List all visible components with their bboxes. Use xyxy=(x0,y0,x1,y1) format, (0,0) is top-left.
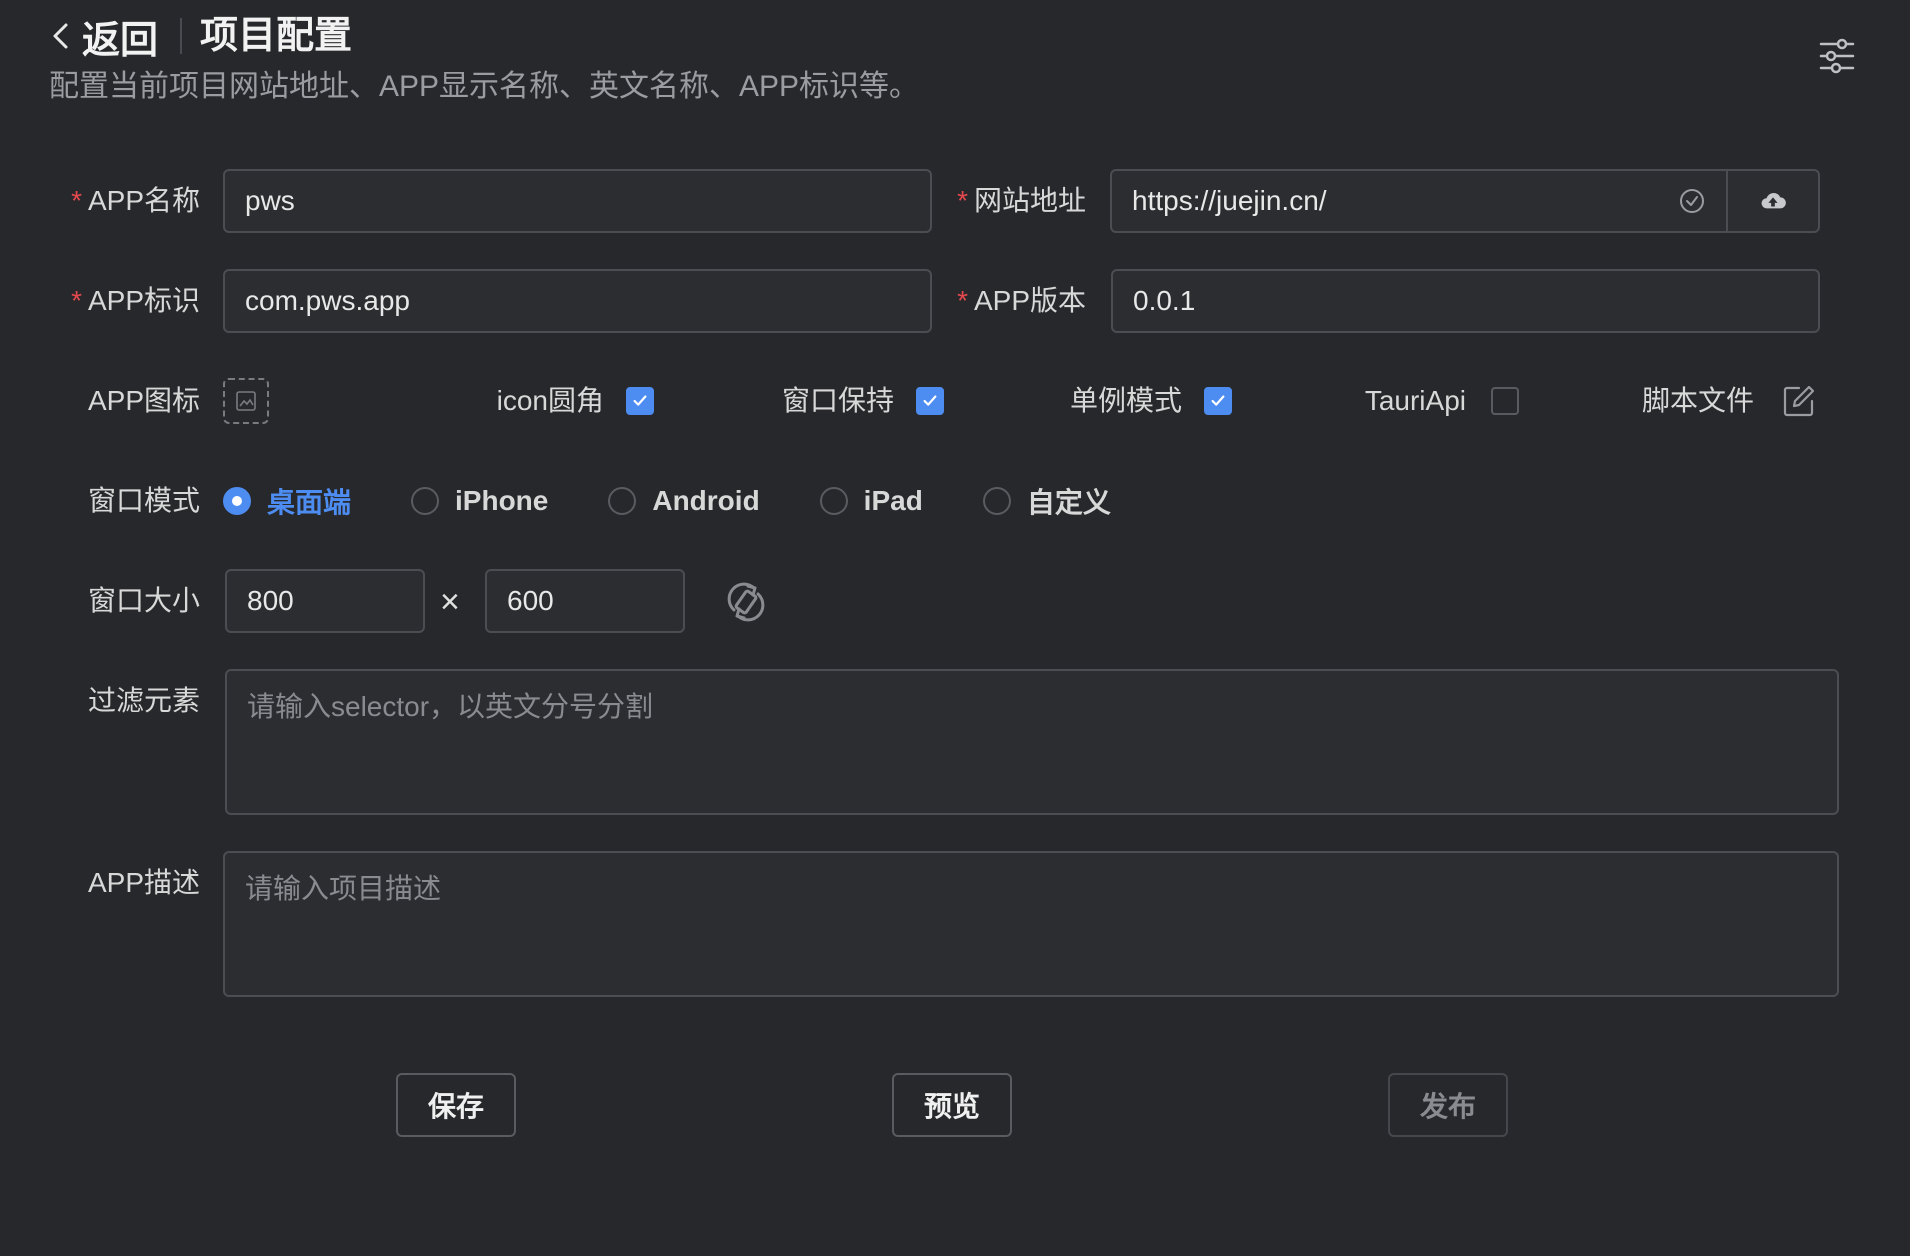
upload-button[interactable] xyxy=(1728,171,1818,231)
app-icon-upload[interactable] xyxy=(223,378,269,424)
app-id-input[interactable]: com.pws.app xyxy=(223,269,932,333)
check-icon xyxy=(1211,395,1225,406)
checkbox-icon-round[interactable] xyxy=(626,387,654,415)
radio-dot xyxy=(411,487,440,515)
window-mode-group: 桌面端 iPhone Android iPad 自定义 xyxy=(223,480,1111,522)
window-width-input[interactable]: 800 xyxy=(225,569,425,633)
window-mode-label: 窗口模式 xyxy=(87,485,200,516)
checkbox-single-instance[interactable] xyxy=(1204,387,1232,415)
radio-desktop[interactable]: 桌面端 xyxy=(223,481,351,521)
edit-icon xyxy=(1783,385,1815,417)
sliders-icon xyxy=(1819,38,1855,74)
script-file-label: 脚本文件 xyxy=(1641,385,1754,416)
size-separator: × xyxy=(440,583,460,621)
checkbox-tauri-api[interactable] xyxy=(1491,387,1519,415)
radio-dot xyxy=(223,487,251,515)
option-label-icon-round: icon圆角 xyxy=(496,385,604,416)
radio-ipad[interactable]: iPad xyxy=(819,485,923,517)
preview-button[interactable]: 预览 xyxy=(892,1073,1012,1137)
checkbox-window-keep[interactable] xyxy=(916,387,944,415)
image-icon xyxy=(236,391,256,411)
window-size-label: 窗口大小 xyxy=(87,585,200,616)
radio-dot xyxy=(982,487,1011,515)
filter-textarea[interactable] xyxy=(225,669,1839,815)
radio-custom[interactable]: 自定义 xyxy=(982,481,1111,521)
app-description-label: APP描述 xyxy=(87,867,200,898)
app-version-input[interactable]: 0.0.1 xyxy=(1111,269,1820,333)
page-title: 项目配置 xyxy=(200,15,353,57)
back-label: 返回 xyxy=(82,19,159,62)
website-input-group: https://juejin.cn/ xyxy=(1110,169,1820,233)
save-button[interactable]: 保存 xyxy=(396,1073,516,1137)
app-version-label: * APP版本 xyxy=(957,285,1086,316)
rotate-button[interactable] xyxy=(724,580,768,624)
radio-dot xyxy=(819,487,848,515)
check-circle-icon xyxy=(1680,189,1704,213)
option-label-single-instance: 单例模式 xyxy=(1069,385,1182,416)
header-divider xyxy=(180,18,182,54)
cloud-upload-icon xyxy=(1761,192,1786,209)
website-label: * 网站地址 xyxy=(957,185,1086,216)
page-description: 配置当前项目网站地址、APP显示名称、英文名称、APP标识等。 xyxy=(49,70,920,103)
option-label-tauri-api: TauriApi xyxy=(1364,385,1466,416)
check-icon xyxy=(923,395,937,406)
radio-android[interactable]: Android xyxy=(608,485,760,517)
check-icon xyxy=(633,395,647,406)
publish-button[interactable]: 发布 xyxy=(1388,1073,1508,1137)
option-label-window-keep: 窗口保持 xyxy=(781,385,894,416)
app-description-textarea[interactable] xyxy=(223,851,1839,997)
chevron-left-icon xyxy=(53,23,68,49)
app-id-label: * APP标识 xyxy=(71,285,200,316)
app-name-input[interactable]: pws xyxy=(223,169,932,233)
radio-dot xyxy=(608,487,637,515)
filter-label: 过滤元素 xyxy=(87,685,200,716)
app-icon-label: APP图标 xyxy=(87,385,200,416)
back-button[interactable]: 返回 xyxy=(48,12,158,62)
settings-button[interactable] xyxy=(1818,36,1856,76)
radio-iphone[interactable]: iPhone xyxy=(411,485,548,517)
app-name-label: * APP名称 xyxy=(71,185,200,216)
website-input[interactable]: https://juejin.cn/ xyxy=(1132,171,1327,231)
script-file-edit-button[interactable] xyxy=(1782,384,1816,418)
window-height-input[interactable]: 600 xyxy=(485,569,685,633)
rotate-icon xyxy=(727,582,765,622)
